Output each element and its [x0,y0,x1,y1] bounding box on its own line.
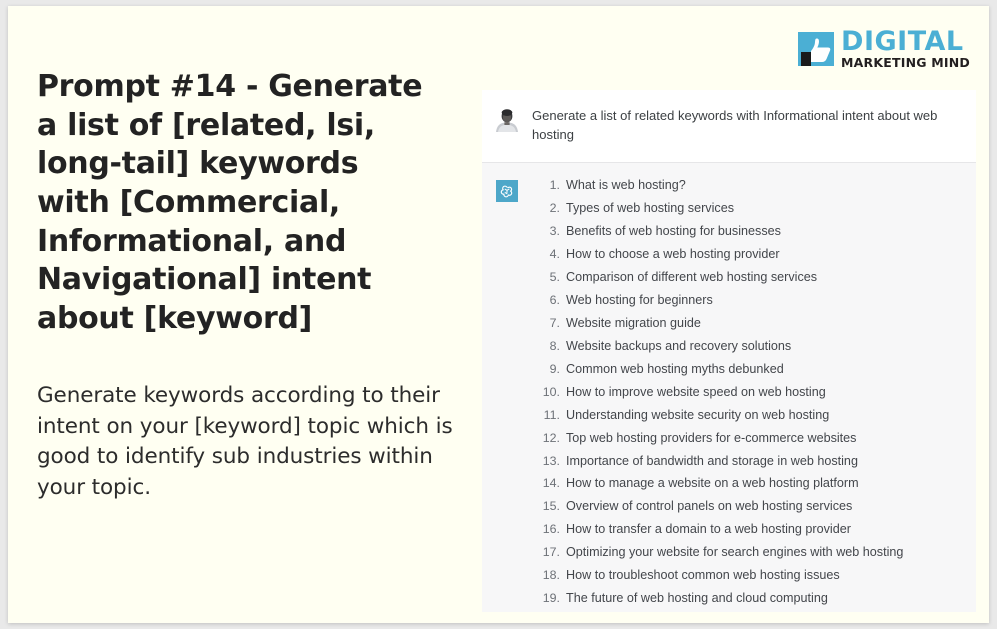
brand-wordmark: DIGITAL MARKETING MIND [841,28,970,70]
brand-logo: DIGITAL MARKETING MIND [798,28,970,70]
list-item: Overview of control panels on web hostin… [536,499,853,514]
list-item: Optimizing your website for search engin… [536,545,904,560]
list-item: Web hosting for beginners [536,292,713,307]
list-item: How to transfer a domain to a web hostin… [536,522,851,537]
list-item: How to troubleshoot common web hosting i… [536,568,840,583]
user-photo-avatar [496,108,518,132]
list-item: Importance of bandwidth and storage in w… [536,453,858,468]
chat-transcript-panel: Generate a list of related keywords with… [482,90,976,612]
page-title: Prompt #14 - Generate a list of [related… [37,69,423,337]
chat-message-user: Generate a list of related keywords with… [482,90,976,162]
keyword-list: What is web hosting? Types of web hostin… [522,179,961,612]
user-avatar-slot [492,107,522,132]
list-item: Top web hosting providers for e-commerce… [536,430,857,445]
list-item: What is web hosting? [536,177,686,192]
user-message-text: Generate a list of related keywords with… [532,108,938,142]
assistant-avatar-slot [492,179,522,202]
list-item: How to choose a web hosting provider [536,246,780,261]
prompt-card: DIGITAL MARKETING MIND Prompt #14 - Gene… [8,6,989,623]
list-item: Website migration guide [536,315,701,330]
left-column: Prompt #14 - Generate a list of [related… [37,68,457,504]
thumbs-up-square-icon [798,31,835,66]
list-item: The future of web hosting and cloud comp… [536,591,828,606]
openai-logo-icon [496,179,518,202]
brand-word-marketing-mind: MARKETING MIND [841,55,970,70]
list-item: How to manage a website on a web hosting… [536,476,859,491]
list-item: Comparison of different web hosting serv… [536,269,818,284]
brand-word-digital: DIGITAL [841,26,964,57]
chat-message-assistant: What is web hosting? Types of web hostin… [482,161,976,612]
prompt-description: Generate keywords according to their int… [37,382,453,501]
list-item: How to improve website speed on web host… [536,384,826,399]
list-item: Benefits of web hosting for businesses [536,223,781,238]
list-item: Understanding website security on web ho… [536,407,830,422]
list-item: Common web hosting myths debunked [536,361,784,376]
list-item: Website backups and recovery solutions [536,338,792,353]
list-item: Types of web hosting services [536,200,734,215]
